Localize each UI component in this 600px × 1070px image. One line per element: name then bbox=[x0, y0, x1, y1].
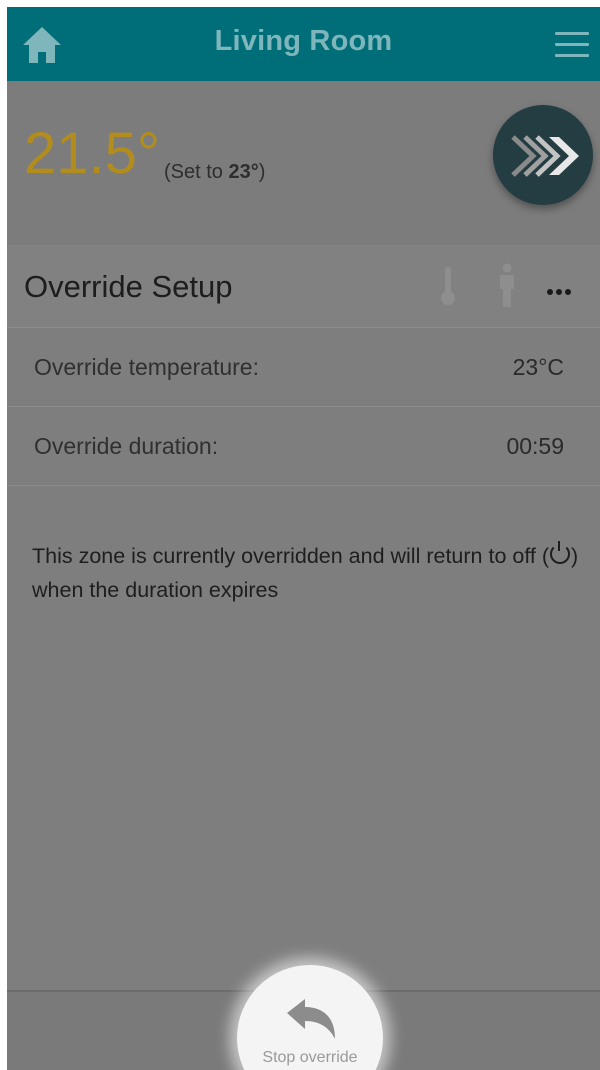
app-screen: Living Room 21.5° (Set to 23°) Override … bbox=[7, 7, 600, 1070]
set-value: 23° bbox=[228, 161, 259, 183]
row-value: 00:59 bbox=[506, 433, 564, 459]
header-bar: Living Room bbox=[7, 7, 600, 81]
stop-override-label: Stop override bbox=[262, 1049, 358, 1066]
override-temperature-row[interactable]: Override temperature: 23°C bbox=[7, 328, 600, 407]
override-setup-header: Override Setup bbox=[7, 245, 600, 328]
stop-override-button[interactable]: Stop override bbox=[237, 975, 383, 1070]
override-duration-row[interactable]: Override duration: 00:59 bbox=[7, 407, 600, 486]
row-label: Override duration: bbox=[34, 433, 219, 459]
set-prefix: (Set to bbox=[164, 161, 229, 183]
section-title: Override Setup bbox=[24, 269, 233, 304]
page-title: Living Room bbox=[214, 25, 393, 57]
boost-button[interactable] bbox=[493, 105, 593, 205]
thermometer-icon[interactable] bbox=[439, 265, 457, 307]
row-value: 23°C bbox=[512, 354, 564, 380]
temperature-panel: 21.5° (Set to 23°) bbox=[7, 81, 600, 245]
undo-arrow-icon bbox=[287, 999, 335, 1039]
set-suffix: ) bbox=[258, 161, 266, 183]
set-temperature-label: (Set to 23°) bbox=[164, 161, 265, 184]
more-icon[interactable] bbox=[547, 282, 574, 300]
fast-forward-chevrons-icon bbox=[511, 135, 579, 177]
current-temperature: 21.5° bbox=[24, 121, 161, 186]
info-text-part1: This zone is currently overridden and wi… bbox=[32, 544, 550, 568]
hamburger-menu-icon[interactable] bbox=[555, 32, 589, 58]
row-label: Override temperature: bbox=[34, 354, 259, 380]
person-icon[interactable] bbox=[496, 263, 518, 309]
override-info-text: This zone is currently overridden and wi… bbox=[32, 539, 592, 607]
power-icon bbox=[550, 541, 571, 564]
